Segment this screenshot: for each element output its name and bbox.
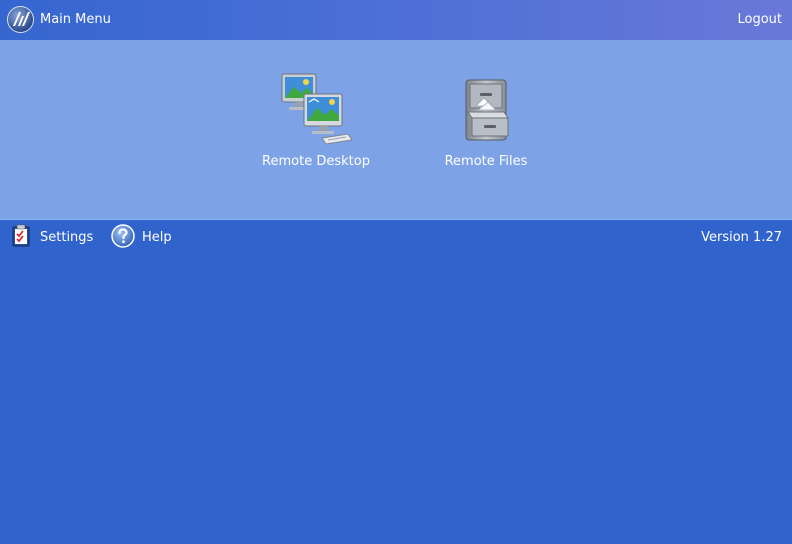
help-label: Help	[142, 230, 172, 245]
version-label: Version 1.27	[701, 230, 782, 245]
launcher-panel: Remote Desktop Remote Files	[0, 40, 792, 220]
main-menu-page: Main Menu Logout Remote Desktop Remote F…	[0, 0, 792, 544]
page-title: Main Menu	[40, 12, 111, 27]
logout-link[interactable]: Logout	[737, 12, 782, 28]
settings-label: Settings	[40, 230, 94, 245]
help-icon	[111, 224, 135, 248]
remote-files-launcher[interactable]: Remote Files	[430, 72, 542, 170]
remote-desktop-label: Remote Desktop	[262, 154, 370, 169]
settings-checklist-icon	[12, 224, 30, 247]
remote-files-label: Remote Files	[444, 154, 528, 169]
app-logo-icon	[7, 6, 34, 33]
file-cabinet-icon	[465, 79, 509, 141]
remote-desktop-icon	[281, 73, 353, 145]
remote-desktop-launcher[interactable]: Remote Desktop	[250, 72, 382, 170]
header-bar: Main Menu Logout	[0, 0, 792, 40]
bottom-toolbar: Settings Help Version 1.27	[0, 220, 792, 254]
